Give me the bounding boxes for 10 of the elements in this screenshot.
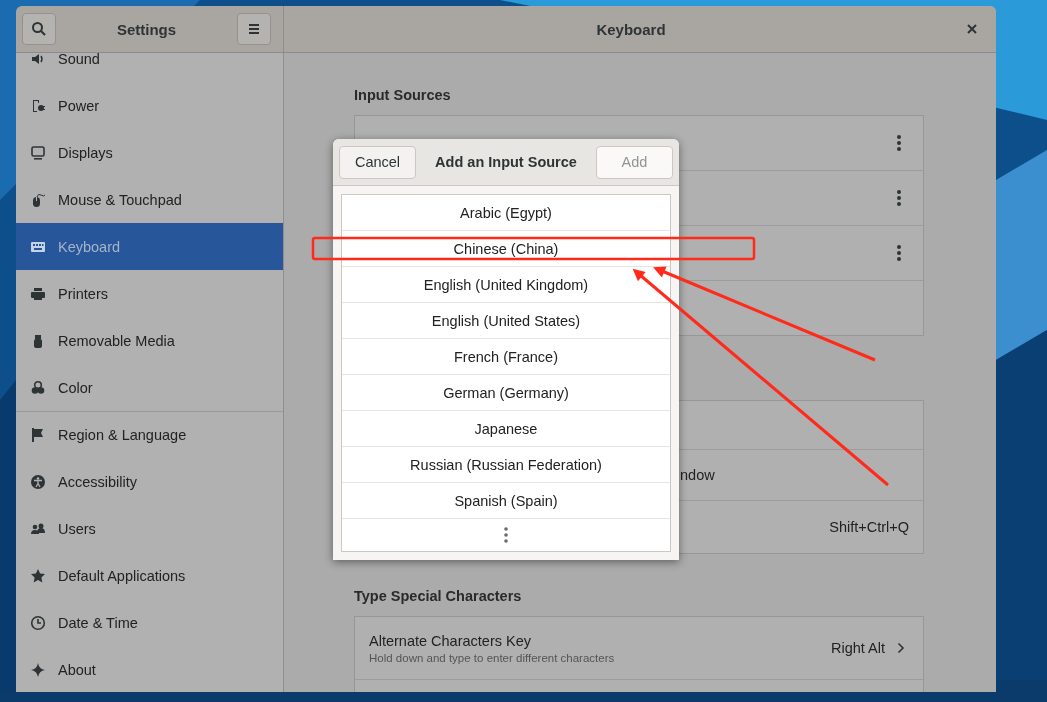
dialog-title: Add an Input Source	[434, 154, 578, 170]
section-heading: Type Special Characters	[354, 587, 523, 606]
shortcut-value: Shift+Ctrl+Q	[829, 519, 909, 535]
section-heading: Input Sources	[354, 86, 452, 105]
setting-value: Right Alt	[831, 640, 885, 656]
setting-subtitle: Hold down and type to enter different characters	[369, 651, 616, 664]
setting-title: Alternate Characters Key	[369, 632, 532, 649]
window-title: Keyboard	[595, 20, 667, 38]
row-label: ndow	[679, 467, 715, 483]
sidebar-title: Settings	[115, 20, 178, 38]
